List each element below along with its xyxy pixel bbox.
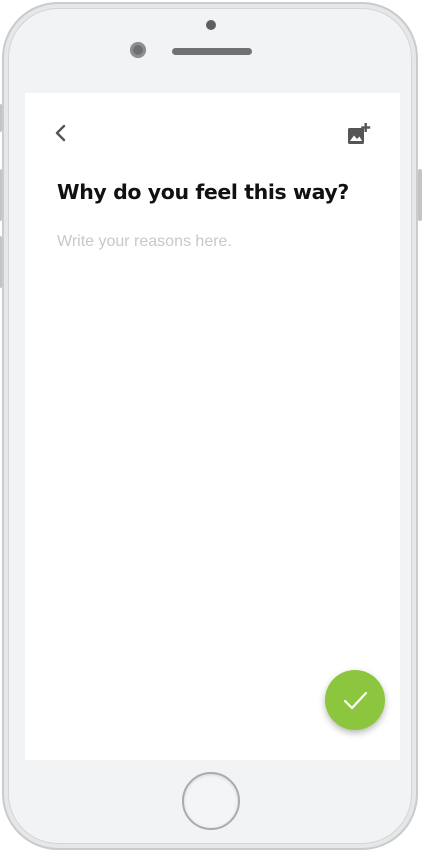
front-camera	[130, 42, 146, 58]
page-title: Why do you feel this way?	[57, 180, 349, 204]
chevron-left-icon	[55, 124, 66, 142]
power-button	[418, 169, 422, 221]
add-image-button[interactable]	[345, 121, 371, 147]
back-button[interactable]	[49, 121, 73, 145]
reasons-input[interactable]	[57, 231, 367, 651]
volume-up-button	[0, 169, 2, 221]
app-screen: Why do you feel this way?	[25, 93, 400, 760]
add-photo-icon	[348, 123, 371, 144]
proximity-sensor	[206, 20, 216, 30]
home-button[interactable]	[182, 772, 240, 830]
confirm-button[interactable]	[325, 670, 385, 730]
volume-down-button	[0, 236, 2, 288]
checkmark-icon	[343, 691, 368, 710]
earpiece-speaker	[172, 48, 252, 55]
mute-switch	[0, 104, 2, 132]
